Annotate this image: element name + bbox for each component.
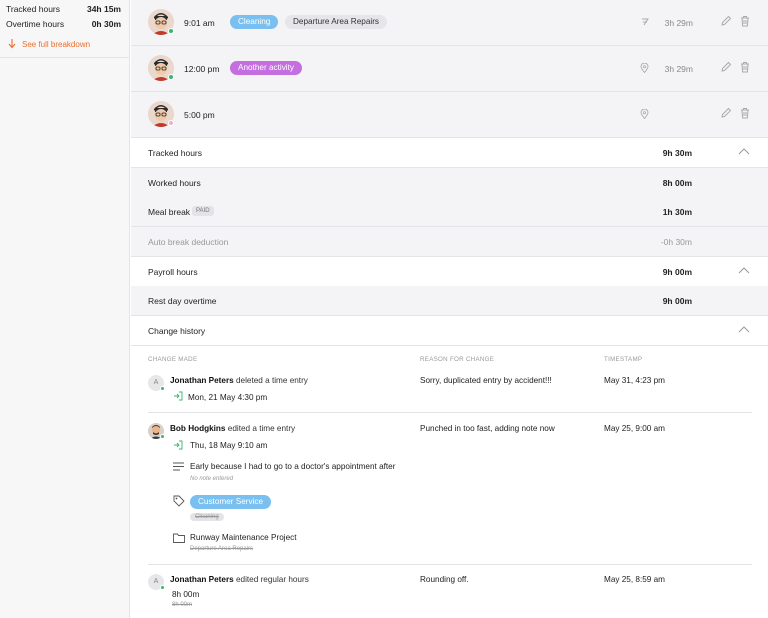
online-status-dot xyxy=(160,434,165,439)
column-header-timestamp: TIMESTAMP xyxy=(604,356,643,363)
delete-trash-icon[interactable] xyxy=(740,15,750,27)
change-timestamp: May 31, 4:23 pm xyxy=(604,376,665,385)
tracked-hours-label: Tracked hours xyxy=(6,4,61,14)
time-entry-row[interactable]: 5:00 pm xyxy=(131,92,768,138)
time-entry-row[interactable]: 9:01 am Cleaning Departure Area Repairs … xyxy=(131,0,768,46)
worked-hours-row: Worked hours 8h 00m xyxy=(131,168,768,198)
meal-break-label: Meal break xyxy=(148,207,191,217)
time-entry-row[interactable]: 12:00 pm Another activity 3h 29m xyxy=(131,46,768,92)
change-timestamp: May 25, 8:59 am xyxy=(604,575,665,584)
auto-break-row: Auto break deduction -0h 30m xyxy=(131,227,768,257)
chevron-up-icon[interactable] xyxy=(738,266,750,276)
user-name: Bob Hodgkins xyxy=(170,424,226,433)
location-pin-icon xyxy=(640,63,649,73)
see-full-breakdown-link[interactable]: See full breakdown xyxy=(8,39,90,49)
rest-day-overtime-row: Rest day overtime 9h 00m xyxy=(131,286,768,316)
change-history-header[interactable]: Change history xyxy=(131,316,768,346)
meal-break-value: 1h 30m xyxy=(662,207,692,217)
hours-sidebar: Tracked hours 34h 15m Overtime hours 0h … xyxy=(0,0,130,618)
tracked-hours-row: Tracked hours 34h 15m xyxy=(6,4,121,14)
tracked-hours-summary-label: Tracked hours xyxy=(148,148,203,158)
change-reason: Rounding off. xyxy=(420,575,469,584)
location-pin-icon xyxy=(642,18,649,26)
online-status-dot xyxy=(168,28,174,34)
entry-time: 9:01 am xyxy=(184,18,215,28)
folder-icon xyxy=(173,533,185,543)
rest-day-overtime-label: Rest day overtime xyxy=(148,296,217,306)
change-action: edited regular hours xyxy=(235,575,309,584)
status-dot xyxy=(168,120,174,126)
edit-pencil-icon[interactable] xyxy=(720,61,732,73)
rest-day-overtime-value: 9h 00m xyxy=(662,296,692,306)
edit-pencil-icon[interactable] xyxy=(720,107,732,119)
entry-duration: 3h 29m xyxy=(664,64,693,74)
hours-new: 8h 00m xyxy=(172,590,200,599)
activity-tag: Another activity xyxy=(230,61,302,75)
tracked-hours-value: 34h 15m xyxy=(86,4,121,14)
worked-hours-label: Worked hours xyxy=(148,178,201,188)
payroll-hours-value: 9h 00m xyxy=(662,267,692,277)
history-change-description: Jonathan Peters deleted a time entry xyxy=(170,376,308,385)
change-reason: Punched in too fast, adding note now xyxy=(420,424,555,433)
history-divider xyxy=(148,564,752,565)
entry-duration: 3h 29m xyxy=(664,18,693,28)
edit-pencil-icon[interactable] xyxy=(720,15,732,27)
user-name: Jonathan Peters xyxy=(170,376,234,385)
entry-datetime: Thu, 18 May 9:10 am xyxy=(190,441,268,450)
history-change-description: Bob Hodgkins edited a time entry xyxy=(170,424,295,433)
project-new: Runway Maintenance Project xyxy=(190,533,297,542)
location-pin-icon xyxy=(640,109,649,119)
clock-in-icon xyxy=(174,440,183,450)
change-reason: Sorry, duplicated entry by accident!!! xyxy=(420,376,552,385)
chevron-up-icon[interactable] xyxy=(738,147,750,157)
entry-datetime: Mon, 21 May 4:30 pm xyxy=(188,393,268,402)
change-action: deleted a time entry xyxy=(235,376,308,385)
old-activity-tag: Cleaning xyxy=(190,513,224,521)
timesheet-main: 9:01 am Cleaning Departure Area Repairs … xyxy=(131,0,768,618)
tracked-hours-summary[interactable]: Tracked hours 9h 30m xyxy=(131,138,768,168)
project-old: Departure Area Repairs xyxy=(190,546,254,552)
clock-in-icon xyxy=(174,391,183,401)
overtime-hours-label: Overtime hours xyxy=(6,19,65,29)
column-header-reason: REASON FOR CHANGE xyxy=(420,356,495,363)
note-old: No note entered xyxy=(190,476,234,482)
auto-break-label: Auto break deduction xyxy=(148,237,229,247)
entry-time: 5:00 pm xyxy=(184,110,215,120)
activity-tag: Cleaning xyxy=(230,15,279,29)
change-timestamp: May 25, 9:00 am xyxy=(604,424,665,433)
delete-trash-icon[interactable] xyxy=(740,61,750,73)
arrow-down-icon xyxy=(8,39,16,49)
worked-hours-value: 8h 00m xyxy=(662,178,692,188)
paid-badge: PAID xyxy=(192,206,214,216)
user-name: Jonathan Peters xyxy=(170,575,234,584)
delete-trash-icon[interactable] xyxy=(740,107,750,119)
tag-icon xyxy=(173,495,185,507)
tracked-hours-summary-value: 9h 30m xyxy=(662,148,692,158)
auto-break-value: -0h 30m xyxy=(660,237,692,247)
online-status-dot xyxy=(168,74,174,80)
note-new: Early because I had to go to a doctor's … xyxy=(190,462,396,471)
overtime-hours-row: Overtime hours 0h 30m xyxy=(6,19,121,29)
column-header-change: CHANGE MADE xyxy=(148,356,198,363)
project-tag: Departure Area Repairs xyxy=(285,15,388,29)
entry-time: 12:00 pm xyxy=(184,64,220,74)
hours-old: 8h 00m xyxy=(172,602,193,608)
online-status-dot xyxy=(160,585,165,590)
chevron-up-icon[interactable] xyxy=(738,325,750,335)
payroll-hours-summary[interactable]: Payroll hours 9h 00m xyxy=(131,257,768,287)
note-lines-icon xyxy=(173,462,184,471)
change-action: edited a time entry xyxy=(227,424,296,433)
meal-break-row: Meal break PAID 1h 30m xyxy=(131,197,768,227)
online-status-dot xyxy=(160,386,165,391)
overtime-hours-value: 0h 30m xyxy=(91,19,121,29)
new-activity-tag: Customer Service xyxy=(190,495,272,509)
see-full-breakdown-label: See full breakdown xyxy=(22,39,91,49)
payroll-hours-label: Payroll hours xyxy=(148,267,198,277)
history-change-description: Jonathan Peters edited regular hours xyxy=(170,575,309,584)
sidebar-divider xyxy=(0,57,129,58)
history-divider xyxy=(148,412,752,413)
change-history-title: Change history xyxy=(148,326,206,336)
